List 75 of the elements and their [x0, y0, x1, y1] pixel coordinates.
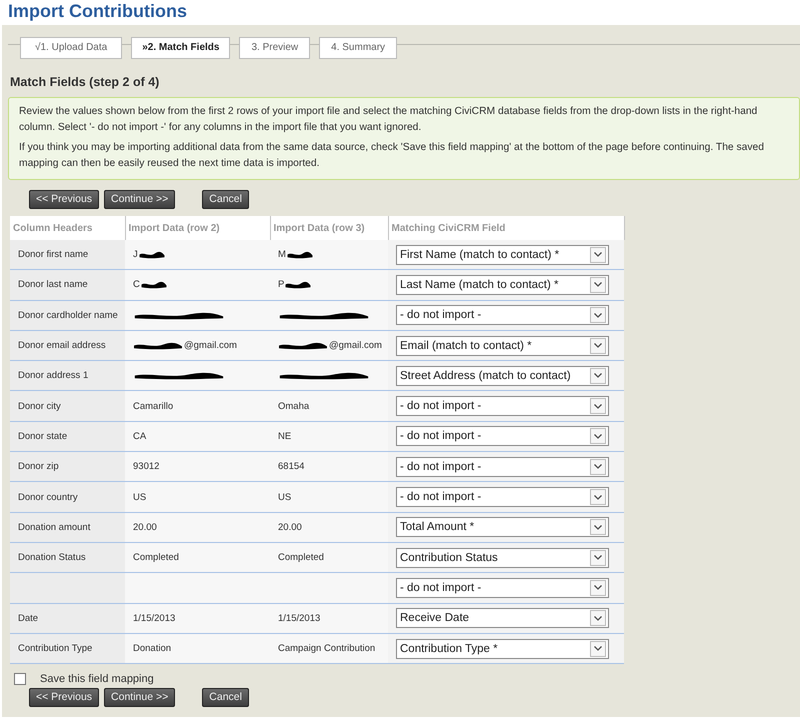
table-cell: Date — [18, 612, 38, 624]
step-tab[interactable]: »2. Match Fields — [131, 37, 230, 59]
table-cell: C — [133, 279, 140, 290]
field-dropdown[interactable]: Total Amount * — [396, 517, 609, 538]
section-heading: Match Fields (step 2 of 4) — [10, 75, 160, 91]
table-cell: Donor first name — [18, 249, 88, 260]
help-paragraph: Review the values shown below from the first 2 rows of your import file and select the matching CiviCRM database fields from the drop-down lists in the right-hand column. Select '- do not import -' for any columns in the import file that you want ignored. — [19, 105, 758, 135]
table-cell: US — [133, 492, 146, 503]
field-dropdown[interactable]: Contribution Type * — [396, 638, 609, 658]
field-dropdown[interactable]: - do not import - — [396, 578, 609, 598]
column-header: Import Data (row 3) — [270, 216, 388, 240]
field-dropdown[interactable]: - do not import - — [396, 456, 609, 477]
table-cell: 68154 — [278, 461, 304, 472]
help-paragraph: If you think you may be importing additional data from the same data source, check 'Save this field mapping' at the bottom of the page before continuing. The saved mapping can then be easily reused the next time data is imported. — [19, 141, 765, 171]
step-tab[interactable]: 4. Summary — [319, 37, 398, 59]
table-cell: Donor zip — [18, 461, 59, 472]
continue-button[interactable]: Continue >> — [104, 190, 176, 209]
redaction-mark — [285, 280, 312, 290]
column-header: Import Data (row 2) — [125, 216, 270, 240]
field-dropdown[interactable]: Receive Date — [396, 608, 609, 628]
field-dropdown[interactable]: Email (match to contact) * — [396, 336, 609, 356]
table-cell: 1/15/2013 — [278, 612, 320, 624]
table-cell: P — [278, 279, 284, 290]
table-cell: Donation Status — [18, 552, 86, 564]
table-cell: Campaign Contribution — [278, 643, 376, 654]
previous-button[interactable]: << Previous — [29, 688, 100, 708]
field-dropdown[interactable]: - do not import - — [396, 305, 609, 326]
table-cell: Completed — [133, 552, 179, 564]
table-cell: Donor email address — [18, 340, 106, 352]
step-tab[interactable]: 3. Preview — [239, 37, 310, 59]
cancel-button[interactable]: Cancel — [202, 190, 249, 209]
table-cell: M — [278, 249, 286, 260]
field-dropdown[interactable]: Contribution Status — [396, 548, 609, 568]
table-cell: @gmail.com — [329, 340, 382, 352]
table-cell: 20.00 — [133, 522, 157, 533]
field-dropdown[interactable]: Street Address (match to contact) — [396, 366, 609, 386]
table-cell: Donation — [133, 643, 172, 654]
column-header: Column Headers — [10, 216, 125, 240]
table-cell: 20.00 — [278, 522, 302, 533]
table-cell: @gmail.com — [184, 340, 237, 352]
field-dropdown[interactable]: - do not import - — [396, 426, 609, 446]
table-cell: Donor address 1 — [18, 370, 88, 382]
previous-button[interactable]: << Previous — [29, 190, 100, 209]
redaction-mark — [133, 341, 183, 350]
table-cell: Camarillo — [133, 400, 174, 412]
table-cell: US — [278, 492, 292, 503]
redaction-mark — [140, 280, 167, 290]
page-title: Import Contributions — [7, 0, 188, 23]
redaction-mark — [278, 341, 328, 350]
column-header: Matching CiviCRM Field — [388, 216, 624, 240]
continue-button[interactable]: Continue >> — [104, 688, 176, 708]
table-cell: Donor state — [18, 430, 68, 442]
step-tab[interactable]: √1. Upload Data — [20, 37, 122, 59]
table-cell: Omaha — [278, 400, 310, 412]
redaction-mark — [286, 250, 313, 260]
table-cell: 1/15/2013 — [133, 612, 176, 624]
table-cell: Contribution Type — [18, 643, 92, 654]
table-cell: Donor city — [18, 400, 61, 412]
table-cell: CA — [133, 430, 146, 442]
field-dropdown[interactable]: - do not import - — [396, 487, 609, 508]
table-cell: Donor last name — [18, 279, 88, 290]
cancel-button[interactable]: Cancel — [202, 688, 249, 708]
field-dropdown[interactable]: - do not import - — [396, 396, 609, 416]
table-cell: Donor country — [18, 492, 78, 503]
table-cell: Donation amount — [18, 522, 90, 533]
save-mapping-checkbox[interactable] — [14, 673, 26, 686]
field-dropdown[interactable]: First Name (match to contact) * — [396, 244, 609, 265]
checkbox-label: Save this field mapping — [40, 673, 154, 686]
table-cell: Completed — [278, 552, 324, 564]
redaction-mark — [138, 250, 165, 260]
table-cell: 93012 — [133, 461, 160, 472]
table-cell: NE — [278, 430, 292, 442]
table-cell: Donor cardholder name — [18, 310, 118, 321]
field-dropdown[interactable]: Last Name (match to contact) * — [396, 274, 609, 295]
table-cell: J — [133, 249, 138, 260]
